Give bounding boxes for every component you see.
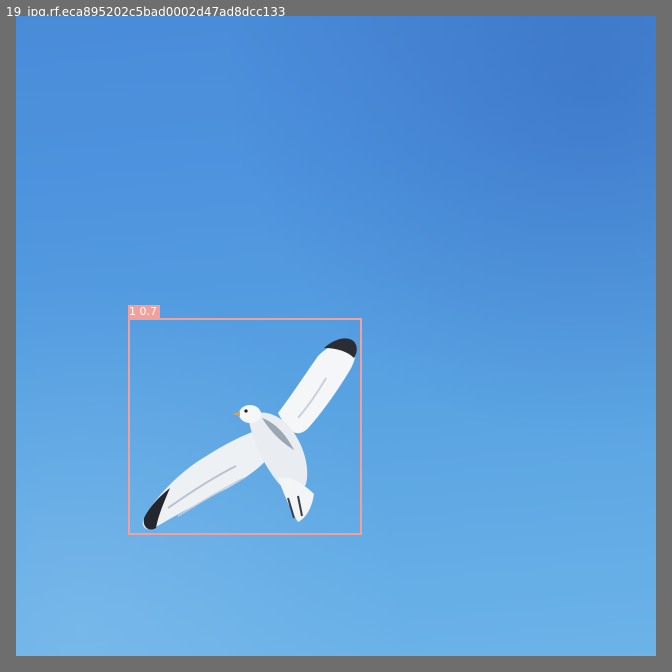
- photo-canvas: 1 0.7: [16, 16, 656, 656]
- detection-bounding-box: [128, 318, 362, 535]
- detection-label: 1 0.7: [128, 305, 160, 318]
